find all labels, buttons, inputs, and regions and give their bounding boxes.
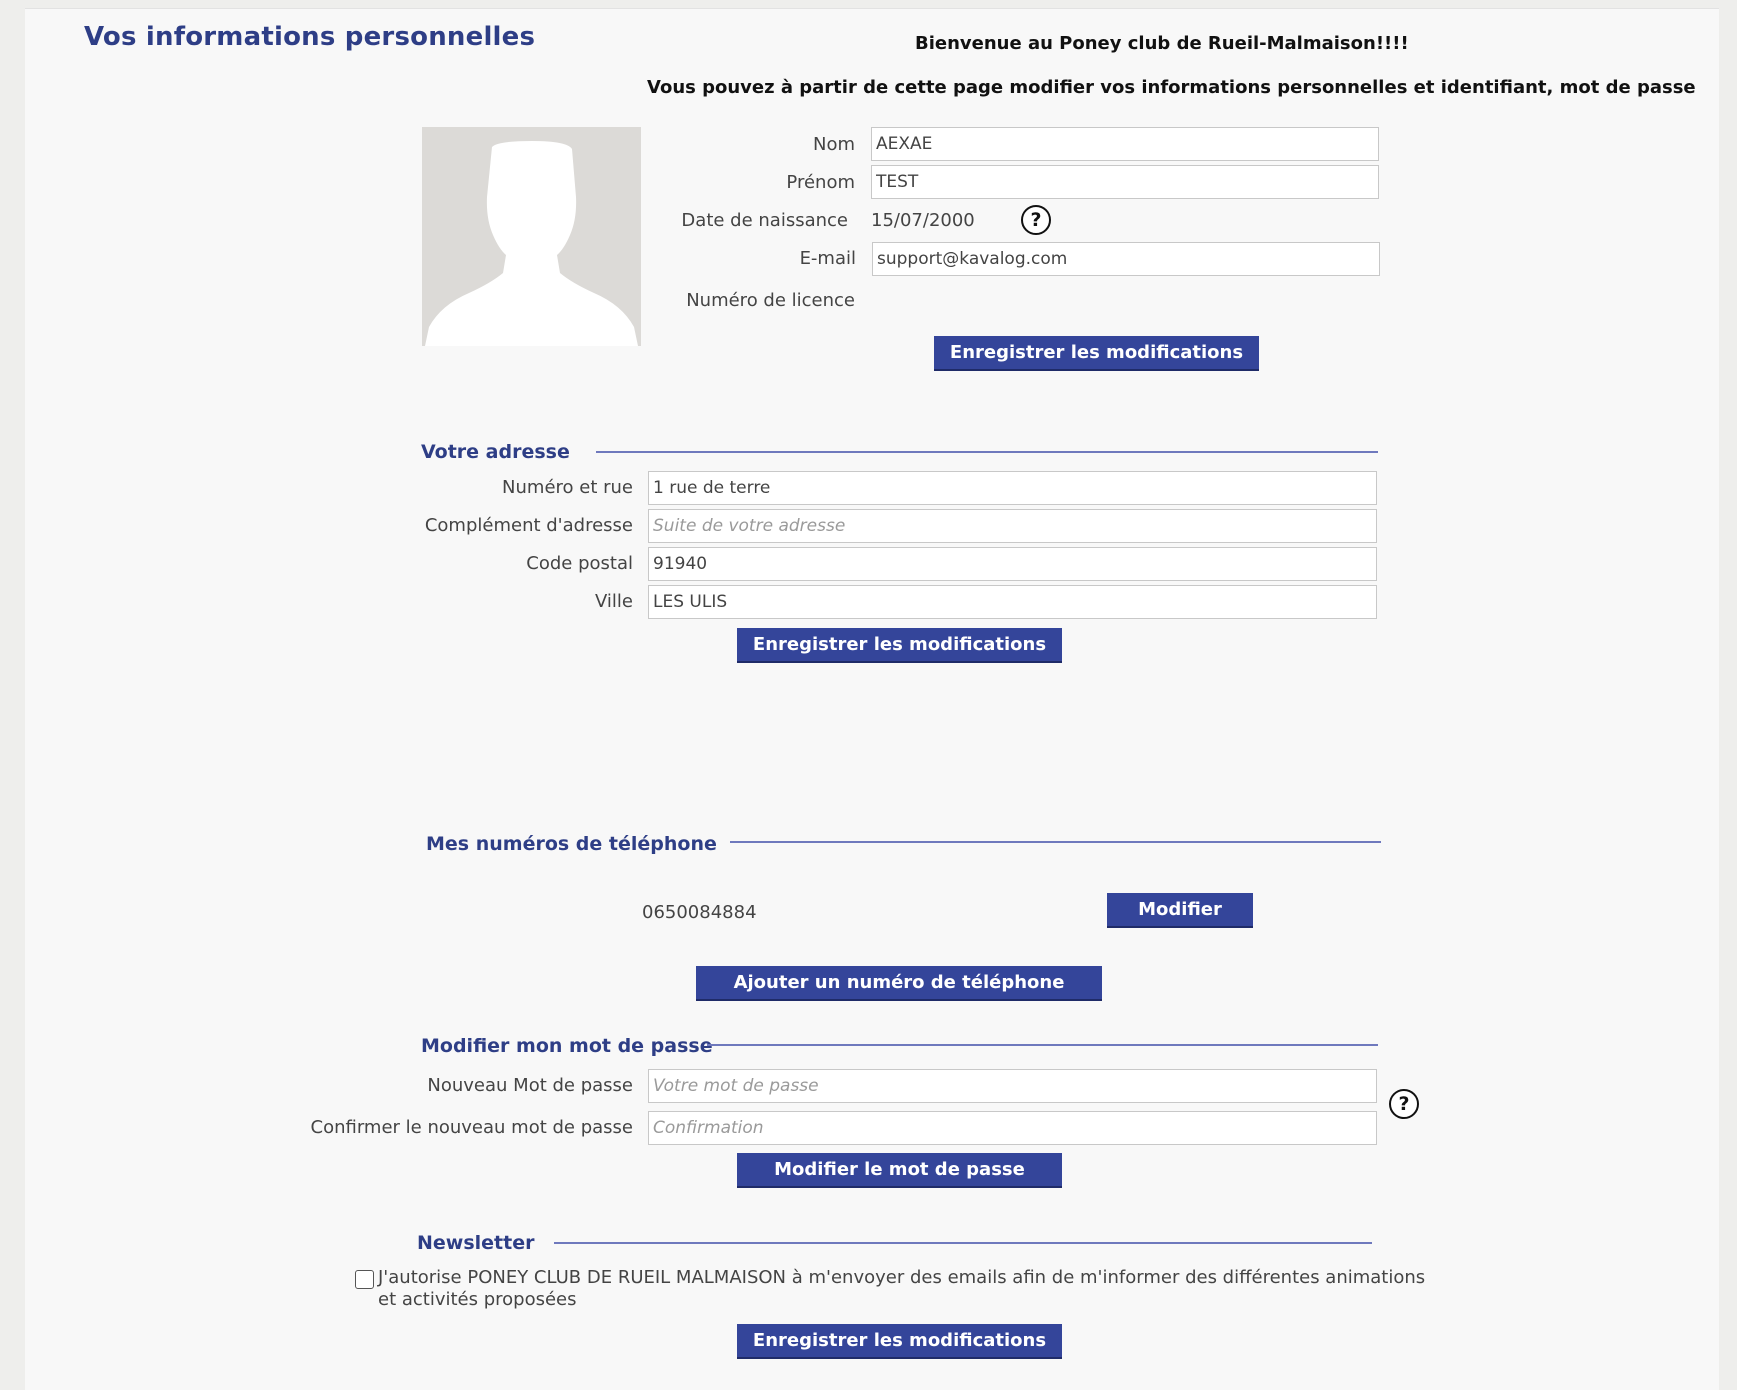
user-silhouette-icon [422, 127, 641, 346]
password-divider [707, 1044, 1378, 1046]
phone-number: 0650084884 [642, 902, 757, 923]
confirm-password-label: Confirmer le nouveau mot de passe [310, 1117, 634, 1138]
prenom-label: Prénom [786, 172, 855, 193]
nom-input[interactable] [871, 127, 1379, 161]
welcome-message: Bienvenue au Poney club de Rueil-Malmais… [915, 33, 1409, 54]
edit-phone-button[interactable]: Modifier [1107, 893, 1253, 928]
street-label: Numéro et rue [502, 477, 633, 498]
birthdate-label: Date de naissance [681, 210, 848, 231]
save-address-button[interactable]: Enregistrer les modifications [737, 628, 1062, 663]
email-input[interactable] [872, 242, 1380, 276]
confirm-password-input[interactable] [648, 1111, 1377, 1145]
newsletter-divider [554, 1242, 1372, 1244]
postal-input[interactable] [648, 547, 1377, 581]
prenom-input[interactable] [871, 165, 1379, 199]
nom-label: Nom [812, 134, 855, 155]
phones-divider [730, 841, 1381, 843]
street-input[interactable] [648, 471, 1377, 505]
new-password-label: Nouveau Mot de passe [427, 1075, 633, 1096]
newsletter-consent-text: J'autorise PONEY CLUB DE RUEIL MALMAISON… [378, 1267, 1426, 1310]
address-section-title: Votre adresse [421, 441, 570, 463]
add-phone-button[interactable]: Ajouter un numéro de téléphone [696, 966, 1102, 1001]
page-title: Vos informations personnelles [84, 22, 536, 52]
newsletter-consent-checkbox[interactable] [355, 1270, 374, 1289]
birthdate-value: 15/07/2000 [871, 210, 975, 231]
password-section-title: Modifier mon mot de passe [421, 1035, 713, 1057]
licence-label: Numéro de licence [686, 290, 855, 311]
newsletter-section-title: Newsletter [417, 1232, 535, 1254]
save-identity-button[interactable]: Enregistrer les modifications [934, 336, 1259, 371]
phones-section-title: Mes numéros de téléphone [426, 833, 717, 855]
birthdate-help-icon[interactable]: ? [1021, 205, 1051, 235]
password-help-icon[interactable]: ? [1389, 1089, 1419, 1119]
city-label: Ville [595, 591, 633, 612]
complement-input[interactable] [648, 509, 1377, 543]
new-password-input[interactable] [648, 1069, 1377, 1103]
email-label: E-mail [799, 248, 856, 269]
postal-label: Code postal [526, 553, 633, 574]
city-input[interactable] [648, 585, 1377, 619]
address-divider [596, 451, 1378, 453]
intro-message: Vous pouvez à partir de cette page modif… [647, 77, 1696, 98]
change-password-button[interactable]: Modifier le mot de passe [737, 1153, 1062, 1188]
save-newsletter-button[interactable]: Enregistrer les modifications [737, 1324, 1062, 1359]
complement-label: Complément d'adresse [424, 515, 633, 536]
